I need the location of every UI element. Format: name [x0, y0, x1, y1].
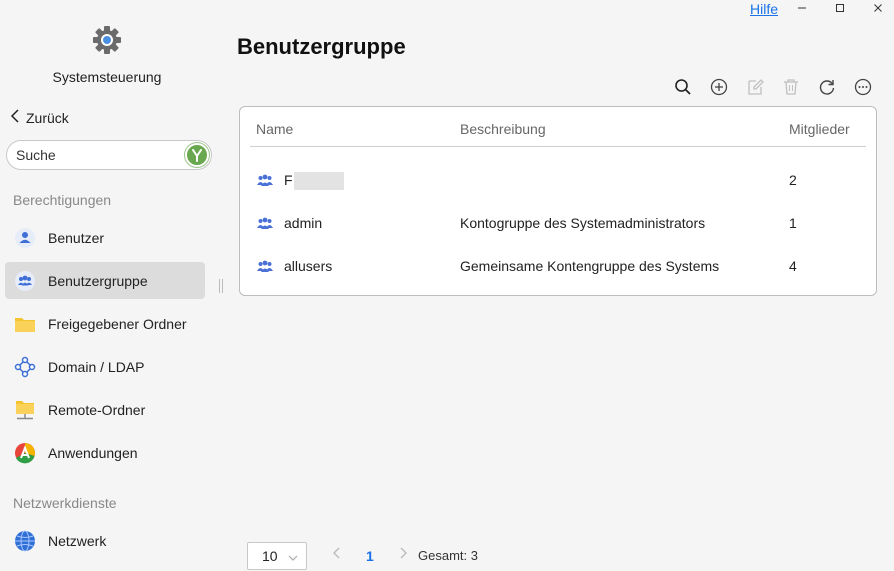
sidebar-item-label: Remote-Ordner — [48, 401, 146, 418]
chevron-down-icon — [288, 550, 298, 566]
table-row[interactable]: allusers Gemeinsame Kontengruppe des Sys… — [250, 246, 866, 286]
back-label: Zurück — [26, 109, 69, 126]
applications-icon — [14, 442, 36, 464]
group-name: admin — [284, 215, 323, 231]
previous-page-icon[interactable] — [332, 546, 342, 563]
sidebar-item-label: Anwendungen — [48, 444, 138, 461]
sidebar-resize-handle[interactable] — [219, 279, 223, 293]
refresh-icon[interactable] — [816, 76, 838, 98]
table-row[interactable]: admin Kontogruppe des Systemadministrato… — [250, 203, 866, 243]
search-input[interactable] — [16, 147, 176, 163]
back-button[interactable]: Zurück — [10, 109, 69, 126]
table-row[interactable]: F 2 — [250, 160, 866, 200]
sidebar-item-label: Freigegebener Ordner — [48, 315, 187, 332]
search-icon[interactable] — [672, 76, 694, 98]
chevron-left-icon — [10, 109, 20, 126]
user-group-icon — [256, 172, 274, 188]
sidebar-item-applications[interactable]: Anwendungen — [5, 434, 205, 471]
section-network-services: Netzwerkdienste — [13, 495, 117, 511]
domain-icon — [14, 356, 36, 378]
user-icon — [14, 227, 36, 249]
column-description[interactable]: Beschreibung — [460, 121, 546, 137]
app-title: Systemsteuerung — [52, 69, 162, 85]
app-header: Systemsteuerung — [0, 24, 214, 85]
sidebar-item-remote-folder[interactable]: Remote-Ordner — [5, 391, 205, 428]
page-size-select[interactable]: 10 — [247, 542, 307, 570]
page-size-value: 10 — [262, 548, 278, 564]
minimize-icon[interactable] — [792, 0, 812, 16]
group-name: F — [284, 172, 344, 191]
redacted-block — [293, 172, 344, 191]
table-header: Name Beschreibung Mitglieder — [250, 107, 866, 147]
add-icon[interactable] — [708, 76, 730, 98]
search-box — [6, 140, 212, 170]
sidebar-item-user-groups[interactable]: Benutzergruppe — [5, 262, 205, 299]
group-name: allusers — [284, 258, 333, 274]
help-link[interactable]: Hilfe — [750, 1, 778, 17]
toolbar — [672, 76, 874, 98]
group-description: Kontogruppe des Systemadministrators — [460, 215, 706, 231]
sidebar: Systemsteuerung Zurück Berechtigungen Be… — [0, 0, 216, 571]
sidebar-item-network[interactable]: Netzwerk — [5, 522, 205, 559]
sidebar-item-label: Benutzergruppe — [48, 272, 148, 289]
group-members: 1 — [789, 215, 797, 231]
column-members[interactable]: Mitglieder — [789, 121, 850, 137]
remote-folder-icon — [14, 399, 36, 421]
delete-icon[interactable] — [780, 76, 802, 98]
edit-icon[interactable] — [744, 76, 766, 98]
sidebar-item-shared-folder[interactable]: Freigegebener Ordner — [5, 305, 205, 342]
gear-icon — [91, 24, 123, 61]
folder-icon — [14, 313, 36, 335]
maximize-icon[interactable] — [830, 0, 850, 16]
assistant-badge-icon[interactable] — [185, 143, 209, 167]
page-title: Benutzergruppe — [237, 34, 406, 59]
group-members: 4 — [789, 258, 797, 274]
sidebar-item-domain-ldap[interactable]: Domain / LDAP — [5, 348, 205, 385]
sidebar-item-users[interactable]: Benutzer — [5, 219, 205, 256]
user-group-table: Name Beschreibung Mitglieder F 2 admin K… — [239, 106, 877, 296]
sidebar-item-label: Domain / LDAP — [48, 358, 145, 375]
close-icon[interactable] — [868, 0, 888, 16]
group-description: Gemeinsame Kontengruppe des Systems — [460, 258, 720, 274]
more-icon[interactable] — [852, 76, 874, 98]
group-name-text: F — [284, 172, 293, 188]
user-group-icon — [256, 258, 274, 274]
column-name[interactable]: Name — [256, 121, 293, 137]
total-count: Gesamt: 3 — [418, 548, 478, 563]
network-globe-icon — [14, 530, 36, 552]
group-members: 2 — [789, 172, 797, 188]
sidebar-item-label: Netzwerk — [48, 532, 107, 549]
user-group-icon — [14, 270, 36, 292]
next-page-icon[interactable] — [398, 546, 408, 563]
section-permissions: Berechtigungen — [13, 192, 112, 208]
user-group-icon — [256, 215, 274, 231]
sidebar-item-label: Benutzer — [48, 229, 105, 246]
page-number[interactable]: 1 — [366, 548, 374, 564]
